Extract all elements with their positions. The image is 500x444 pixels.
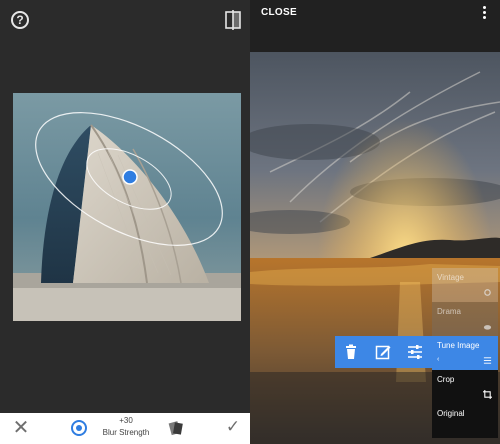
gear-icon — [484, 289, 491, 296]
edit-stack-action-bar — [335, 336, 433, 368]
menu-item-label: Original — [437, 409, 465, 418]
blur-strength-value[interactable]: +30 — [96, 416, 156, 426]
lens-blur-bottom-bar: ✕ +30 Blur Strength ✓ — [0, 413, 250, 444]
left-top-bar: ? — [0, 0, 250, 40]
compare-split-icon[interactable] — [225, 10, 241, 30]
menu-item-drama[interactable]: Drama — [432, 302, 498, 336]
lens-blur-editor-panel: ? ✕ +30 Blur Strength ✓ — [0, 0, 250, 444]
snapseed-stack-panel: CLOSE Vintage Drama Tune Image ‹ Crop Or… — [250, 0, 500, 444]
sliders-icon[interactable] — [407, 344, 423, 360]
menu-item-label: Vintage — [437, 273, 464, 282]
close-button[interactable]: CLOSE — [261, 7, 297, 18]
style-shapes-icon[interactable] — [168, 419, 184, 437]
menu-item-vintage[interactable]: Vintage — [432, 268, 498, 302]
menu-item-label: Crop — [437, 375, 455, 384]
more-vertical-icon[interactable] — [481, 6, 487, 20]
trash-icon[interactable] — [343, 344, 359, 360]
menu-item-tune-image[interactable]: Tune Image ‹ — [432, 336, 498, 370]
menu-item-label: Tune Image — [437, 341, 480, 350]
blur-strength-label[interactable]: Blur Strength — [96, 428, 156, 438]
menu-item-label: Drama — [437, 307, 462, 316]
edited-photo-building[interactable] — [13, 93, 241, 321]
collapse-arrow-icon[interactable]: ‹ — [437, 356, 439, 363]
right-top-bar: CLOSE — [250, 0, 500, 52]
close-icon[interactable]: ✕ — [12, 418, 30, 438]
cloud-icon — [483, 325, 492, 330]
focus-target-icon[interactable] — [71, 420, 87, 436]
edit-icon[interactable] — [375, 344, 391, 360]
menu-item-original[interactable]: Original — [432, 404, 498, 438]
menu-item-crop[interactable]: Crop — [432, 370, 498, 404]
crop-icon — [483, 390, 492, 399]
tune-icon — [483, 357, 492, 364]
check-icon[interactable]: ✓ — [224, 418, 242, 436]
edit-stack-menu: Vintage Drama Tune Image ‹ Crop Original — [432, 268, 498, 438]
question-circle-icon[interactable]: ? — [11, 11, 29, 29]
